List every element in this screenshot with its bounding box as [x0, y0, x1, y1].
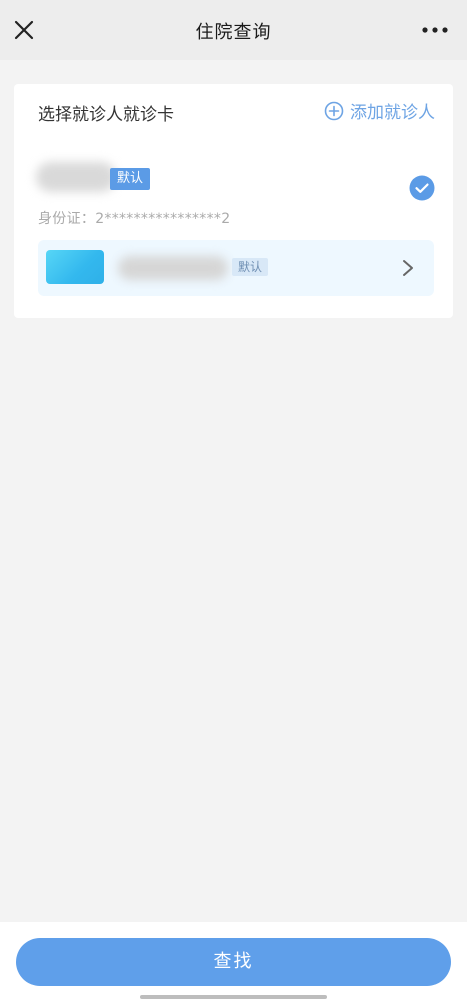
bottom-action-bar: 查找 — [0, 922, 467, 1000]
more-icon[interactable] — [419, 18, 451, 42]
default-badge: 默认 — [110, 168, 151, 190]
add-patient-label: 添加就诊人 — [350, 103, 435, 123]
medical-card-thumbnail — [46, 250, 104, 284]
search-button[interactable]: 查找 — [16, 938, 451, 986]
medical-card-row[interactable]: 默认 — [38, 240, 434, 296]
top-nav-bar: 住院查询 — [0, 0, 467, 60]
patient-id-number: 身份证：2****************2 — [38, 211, 231, 227]
chevron-right-icon — [403, 260, 413, 276]
checkmark-selected-icon[interactable] — [409, 175, 435, 201]
page: 住院查询 选择就诊人就诊卡 添加就诊人 默认 身份证：2************… — [0, 0, 467, 1000]
patient-name-redacted — [36, 162, 116, 192]
add-patient-button[interactable]: 添加就诊人 — [324, 98, 435, 123]
section-heading: 选择就诊人就诊卡 — [38, 105, 174, 125]
plus-circle-icon — [324, 101, 344, 120]
patient-card-panel: 选择就诊人就诊卡 添加就诊人 默认 身份证：2****************2… — [14, 84, 453, 318]
home-indicator — [140, 995, 327, 999]
card-default-badge: 默认 — [232, 258, 269, 276]
page-title: 住院查询 — [195, 22, 272, 43]
card-number-redacted — [118, 256, 228, 280]
